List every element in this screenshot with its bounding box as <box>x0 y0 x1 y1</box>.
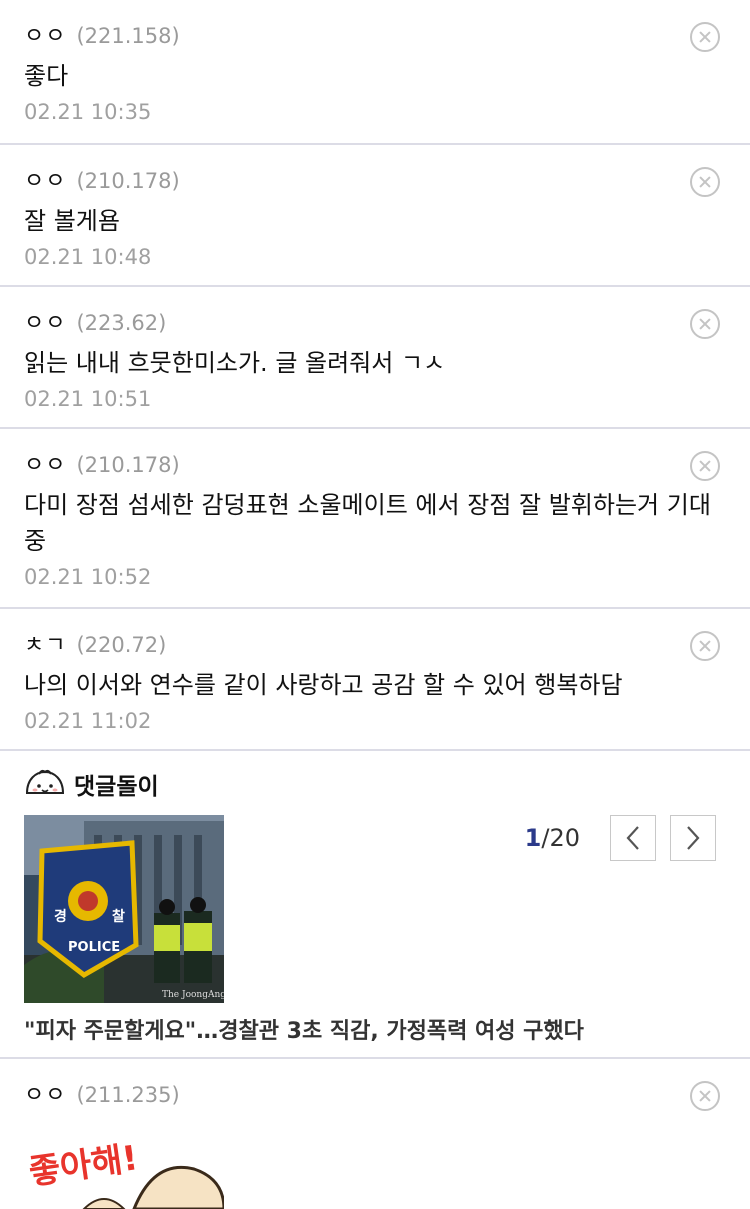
comment-author[interactable]: ㅇㅇ <box>24 18 66 50</box>
page-current: 1 <box>524 824 542 852</box>
chevron-right-icon <box>687 826 700 850</box>
comment-date: 02.21 10:51 <box>24 387 152 411</box>
comment-date: 02.21 11:02 <box>24 709 152 733</box>
comment-ip: (220.72) <box>76 633 167 657</box>
comment-date: 02.21 10:52 <box>24 565 152 589</box>
comment-bot-section: 댓글돌이 경 찰 POLICE The JoongAng 1/20 "피자 주문… <box>0 751 750 1059</box>
prev-page-button[interactable] <box>610 815 656 861</box>
dumpling-mascot-icon <box>25 769 65 794</box>
comment-ip: (223.62) <box>76 311 167 335</box>
comment-ip: (210.178) <box>76 169 180 193</box>
delete-comment-icon[interactable] <box>690 167 720 197</box>
comment-text: 나의 이서와 연수를 같이 사랑하고 공감 할 수 있어 행복하담 <box>24 671 623 699</box>
comment-bot-title: 댓글돌이 <box>74 774 159 800</box>
comment-author[interactable]: ㅊㄱ <box>24 627 66 659</box>
comment-text: 읽는 내내 흐뭇한미소가. 글 올려줘서 ㄱㅅ <box>24 349 446 377</box>
comment-item: ㅇㅇ (211.235) 좋아해! <box>0 1059 750 1209</box>
next-page-button[interactable] <box>670 815 716 861</box>
comment-date: 02.21 10:35 <box>24 100 152 124</box>
comment-author[interactable]: ㅇㅇ <box>24 305 66 337</box>
comment-sticker-image: 좋아해! <box>24 1119 224 1209</box>
comment-text: 다미 장점 섬세한 감덩표현 소울메이트 에서 장점 잘 발휘하는거 기대중 <box>24 491 711 555</box>
chevron-left-icon <box>626 826 639 850</box>
comment-author[interactable]: ㅇㅇ <box>24 447 66 479</box>
badge-police-text: POLICE <box>68 940 120 955</box>
delete-comment-icon[interactable] <box>690 631 720 661</box>
delete-comment-icon[interactable] <box>690 22 720 52</box>
badge-right-text: 찰 <box>112 909 125 925</box>
comment-date: 02.21 10:48 <box>24 245 152 269</box>
image-watermark: The JoongAng <box>162 990 224 1000</box>
delete-comment-icon[interactable] <box>690 1081 720 1111</box>
comment-item: ㅊㄱ (220.72) 나의 이서와 연수를 같이 사랑하고 공감 할 수 있어… <box>0 609 750 751</box>
comment-item: ㅇㅇ (221.158) 좋다 02.21 10:35 <box>0 0 750 145</box>
delete-comment-icon[interactable] <box>690 309 720 339</box>
comment-item: ㅇㅇ (223.62) 읽는 내내 흐뭇한미소가. 글 올려줘서 ㄱㅅ 02.2… <box>0 287 750 429</box>
bot-pager: 1/20 <box>525 815 716 861</box>
comment-text: 좋다 <box>24 62 69 90</box>
news-headline-link[interactable]: "피자 주문할게요"…경찰관 3초 직감, 가정폭력 여성 구했다 <box>24 1013 584 1045</box>
comment-item: ㅇㅇ (210.178) 잘 볼게욤 02.21 10:48 <box>0 145 750 287</box>
page-counter: 1/20 <box>525 824 580 852</box>
comment-author[interactable]: ㅇㅇ <box>24 1077 66 1109</box>
comment-ip: (221.158) <box>76 24 180 48</box>
comment-author[interactable]: ㅇㅇ <box>24 163 66 195</box>
delete-comment-icon[interactable] <box>690 451 720 481</box>
news-thumbnail[interactable]: 경 찰 POLICE The JoongAng <box>24 815 224 1003</box>
comment-ip: (210.178) <box>76 453 180 477</box>
page-total: /20 <box>541 824 580 852</box>
comment-item: ㅇㅇ (210.178) 다미 장점 섬세한 감덩표현 소울메이트 에서 장점 … <box>0 429 750 609</box>
comment-ip: (211.235) <box>76 1083 180 1107</box>
comment-text: 잘 볼게욤 <box>24 207 120 235</box>
badge-left-text: 경 <box>54 908 67 925</box>
